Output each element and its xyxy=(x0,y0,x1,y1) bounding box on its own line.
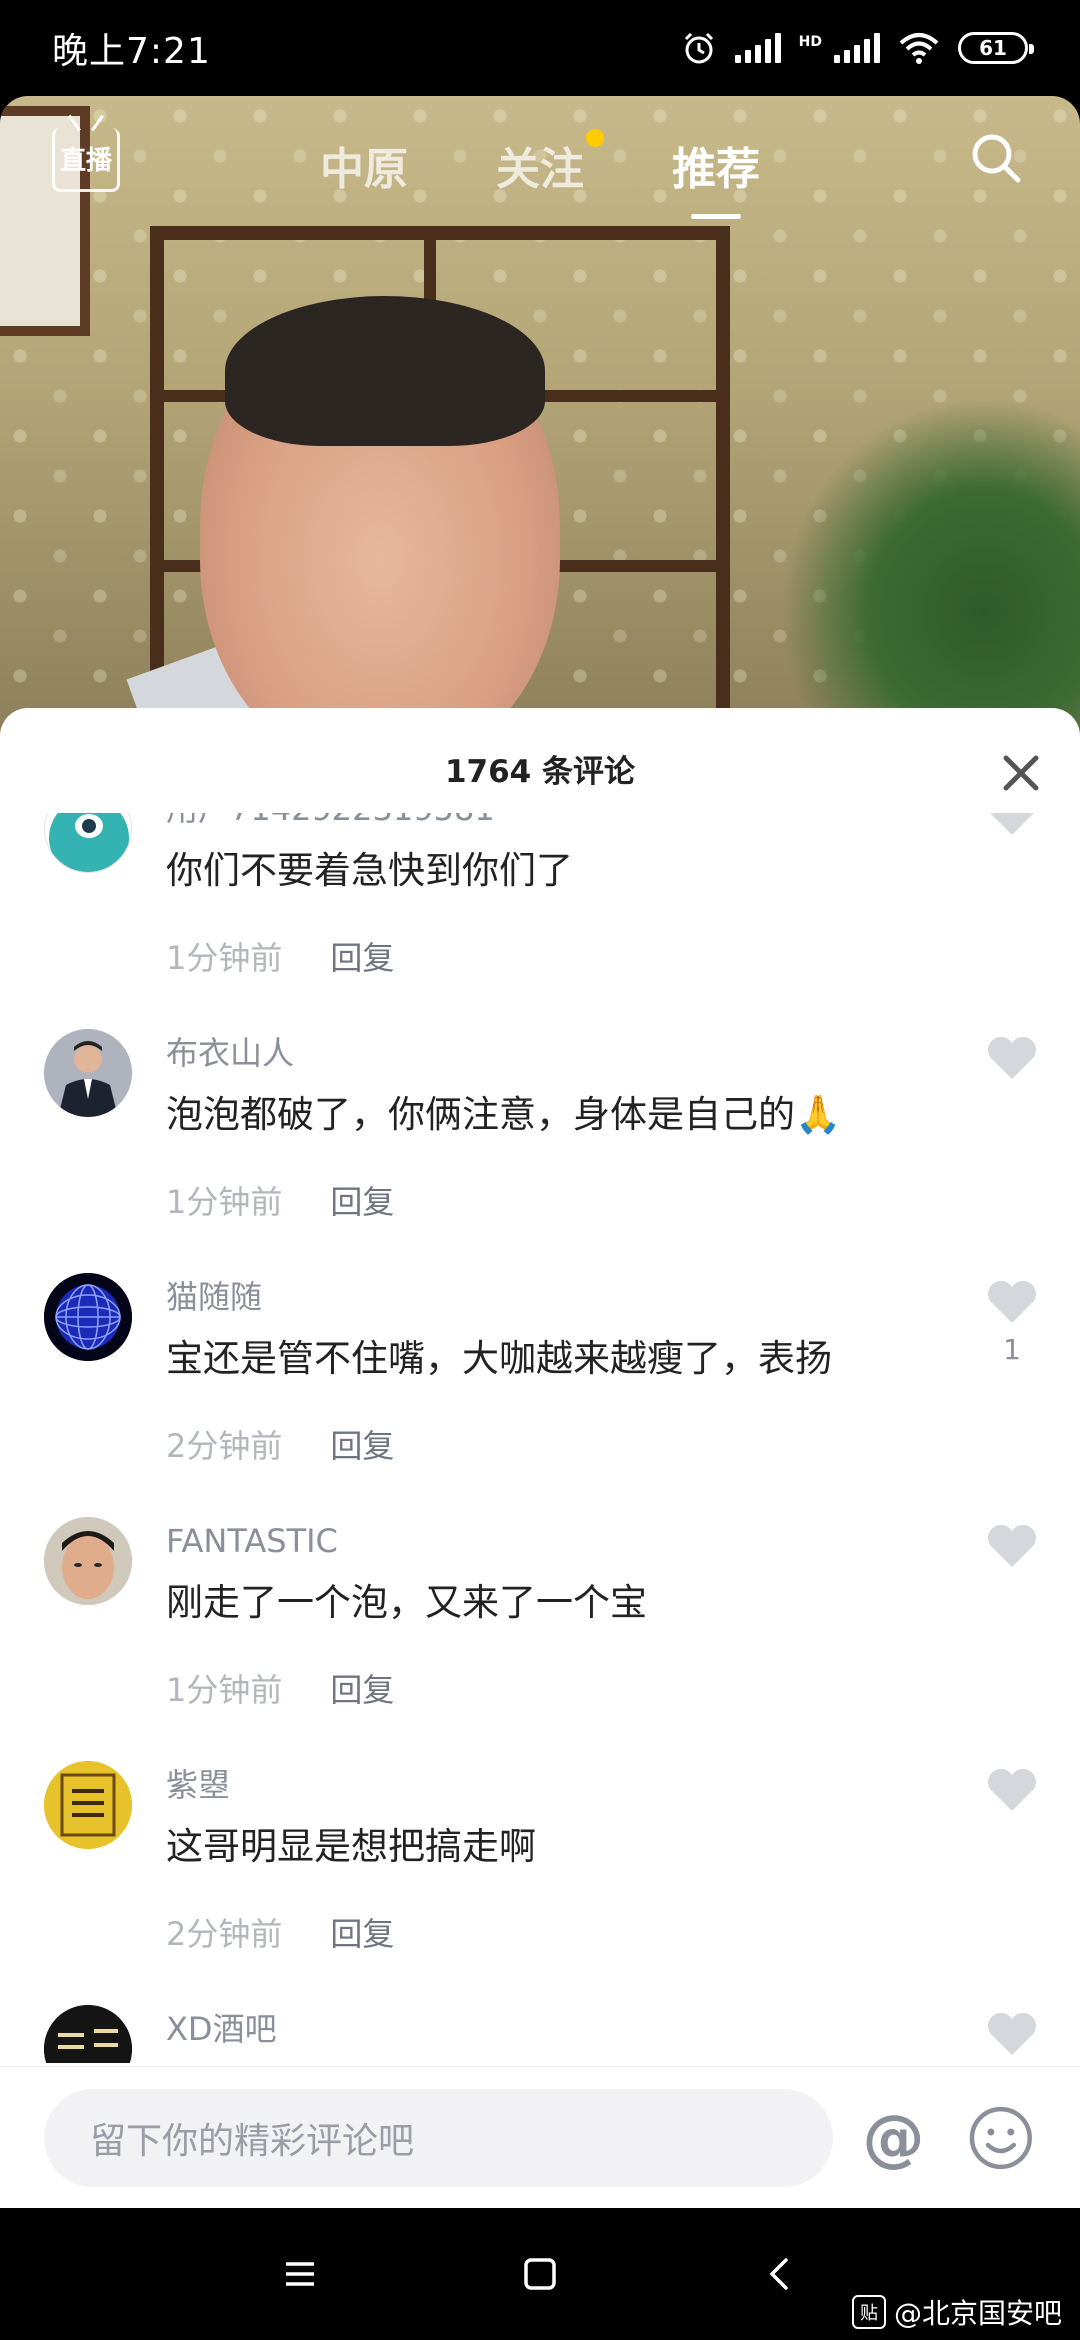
heart-icon xyxy=(990,813,1034,835)
comment-item: 猫随随 宝还是管不住嘴，大咖越来越瘦了，表扬 2分钟前 回复 1 xyxy=(0,1273,1080,1517)
system-nav-bar: 贴 @北京国安吧 xyxy=(0,2208,1080,2340)
cellular-signal-icon xyxy=(734,33,781,63)
comment-list[interactable]: 用户7142922319581 你们不要着急快到你们了 1分钟前 回复 xyxy=(0,813,1080,2063)
comment-username[interactable]: 猫随随 xyxy=(166,1273,1080,1323)
like-button[interactable] xyxy=(984,1767,1040,1821)
comment-item: 布衣山人 泡泡都破了，你俩注意，身体是自己的🙏 1分钟前 回复 xyxy=(0,1029,1080,1273)
heart-icon xyxy=(987,1280,1037,1323)
like-button[interactable] xyxy=(984,2011,1040,2057)
hd-label: HD xyxy=(798,34,822,50)
top-nav: 直播 中原 关注 推荐 xyxy=(0,96,1080,226)
comment-input-bar: 留下你的精彩评论吧 @ xyxy=(0,2066,1080,2208)
video-player[interactable]: 直播 中原 关注 推荐 xyxy=(0,96,1080,736)
comment-text: 宝还是管不住嘴，大咖越来越瘦了，表扬 xyxy=(166,1337,832,1380)
heart-icon xyxy=(987,2012,1037,2055)
comment-text: 泡泡都破了，你俩注意，身体是自己的🙏 xyxy=(166,1093,842,1136)
mention-button[interactable]: @ xyxy=(859,2101,929,2174)
yellow-seal-avatar[interactable] xyxy=(44,1761,132,1849)
comment-text: 刚走了一个泡，又来了一个宝 xyxy=(166,1581,647,1624)
comment-username[interactable]: 紫曌 xyxy=(166,1761,1080,1811)
bar-poster-avatar[interactable] xyxy=(44,2005,132,2063)
reply-button[interactable]: 回复 xyxy=(330,1909,394,1955)
comment-time: 1分钟前 xyxy=(166,1183,283,1221)
comment-item: 紫曌 这哥明显是想把搞走啊 2分钟前 回复 xyxy=(0,1761,1080,2005)
comment-meta: 1分钟前 回复 xyxy=(166,1665,1080,1711)
tab-following-label: 关注 xyxy=(496,144,584,195)
reply-button[interactable]: 回复 xyxy=(330,1665,394,1711)
comment-meta: 2分钟前 回复 xyxy=(166,1909,1080,1955)
comment-username[interactable]: XD酒吧 xyxy=(166,2005,1080,2055)
reply-button[interactable]: 回复 xyxy=(330,1421,394,1467)
notification-dot xyxy=(586,129,604,147)
screen: 晚上7:21 HD 61 直播 中原 关注 推荐 1764 条评论 你们不要着急… xyxy=(0,0,1080,2340)
tab-zhongyuan[interactable]: 中原 xyxy=(320,133,408,197)
like-button[interactable] xyxy=(984,1035,1040,1089)
man-face-avatar[interactable] xyxy=(44,1517,132,1605)
like-count: 1 xyxy=(1003,1333,1021,1366)
comment-meta: 2分钟前 回复 xyxy=(166,1421,1080,1467)
alarm-icon xyxy=(684,32,713,64)
watermark: 贴 @北京国安吧 xyxy=(851,2292,1062,2332)
panel-header: 1764 条评论 xyxy=(0,708,1080,828)
person-hair xyxy=(225,296,545,446)
comments-panel: 1764 条评论 用户7142922319581 你们不要着急快到你们了 xyxy=(0,708,1080,2208)
comment-item: 用户7142922319581 你们不要着急快到你们了 1分钟前 回复 xyxy=(0,813,1080,1029)
comment-text: 这哥明显是想把搞走啊 xyxy=(166,1825,536,1868)
comment-meta: 1分钟前 回复 xyxy=(166,933,1080,979)
like-button[interactable] xyxy=(984,1523,1040,1577)
comment-text: 你们不要着急快到你们了 xyxy=(166,849,573,892)
plant xyxy=(780,396,1080,736)
heart-icon xyxy=(987,1524,1037,1567)
cellular-signal-2-icon xyxy=(834,33,880,63)
reply-button[interactable]: 回复 xyxy=(330,933,394,979)
close-icon[interactable] xyxy=(992,744,1050,802)
nav-tabs: 中原 关注 推荐 xyxy=(320,129,760,197)
like-button[interactable] xyxy=(984,813,1040,845)
heart-icon xyxy=(987,1768,1037,1811)
comment-time: 1分钟前 xyxy=(166,1671,283,1709)
comment-item: XD酒吧 xyxy=(0,2005,1080,2063)
status-time: 晚上7:21 xyxy=(52,31,211,72)
teal-monster-avatar[interactable] xyxy=(44,813,132,873)
reply-button[interactable]: 回复 xyxy=(330,1177,394,1223)
comment-username[interactable]: 用户7142922319581 xyxy=(166,813,1080,835)
search-icon[interactable] xyxy=(966,128,1026,188)
tieba-badge: 贴 xyxy=(851,2295,886,2329)
back-icon[interactable] xyxy=(760,2254,800,2294)
comment-count-title: 1764 条评论 xyxy=(444,753,636,790)
live-icon[interactable]: 直播 xyxy=(52,128,120,192)
man-in-suit-avatar[interactable] xyxy=(44,1029,132,1117)
battery-level: 61 xyxy=(979,36,1007,60)
comment-item: FANTASTIC 刚走了一个泡，又来了一个宝 1分钟前 回复 xyxy=(0,1517,1080,1761)
emoji-icon[interactable] xyxy=(966,2103,1036,2173)
tab-following[interactable]: 关注 xyxy=(496,129,604,197)
watermark-text: @北京国安吧 xyxy=(893,2297,1062,2330)
comment-time: 1分钟前 xyxy=(166,939,283,977)
like-button[interactable]: 1 xyxy=(984,1279,1040,1366)
comment-username[interactable]: 布衣山人 xyxy=(166,1029,1080,1079)
status-bar: 晚上7:21 HD 61 xyxy=(0,0,1080,96)
status-icons: HD 61 xyxy=(681,30,1034,66)
comment-username[interactable]: FANTASTIC xyxy=(166,1517,1080,1567)
comment-input[interactable]: 留下你的精彩评论吧 xyxy=(44,2088,833,2187)
live-label: 直播 xyxy=(59,146,112,176)
home-icon[interactable] xyxy=(520,2254,560,2294)
wifi-icon xyxy=(899,33,939,64)
menu-icon[interactable] xyxy=(280,2254,320,2294)
heart-icon xyxy=(987,1036,1037,1079)
comment-time: 2分钟前 xyxy=(166,1915,283,1953)
comment-meta: 1分钟前 回复 xyxy=(166,1177,1080,1223)
comment-time: 2分钟前 xyxy=(166,1427,283,1465)
tab-recommended[interactable]: 推荐 xyxy=(672,133,760,197)
battery-icon: 61 xyxy=(958,32,1034,64)
blue-globe-avatar[interactable] xyxy=(44,1273,132,1361)
